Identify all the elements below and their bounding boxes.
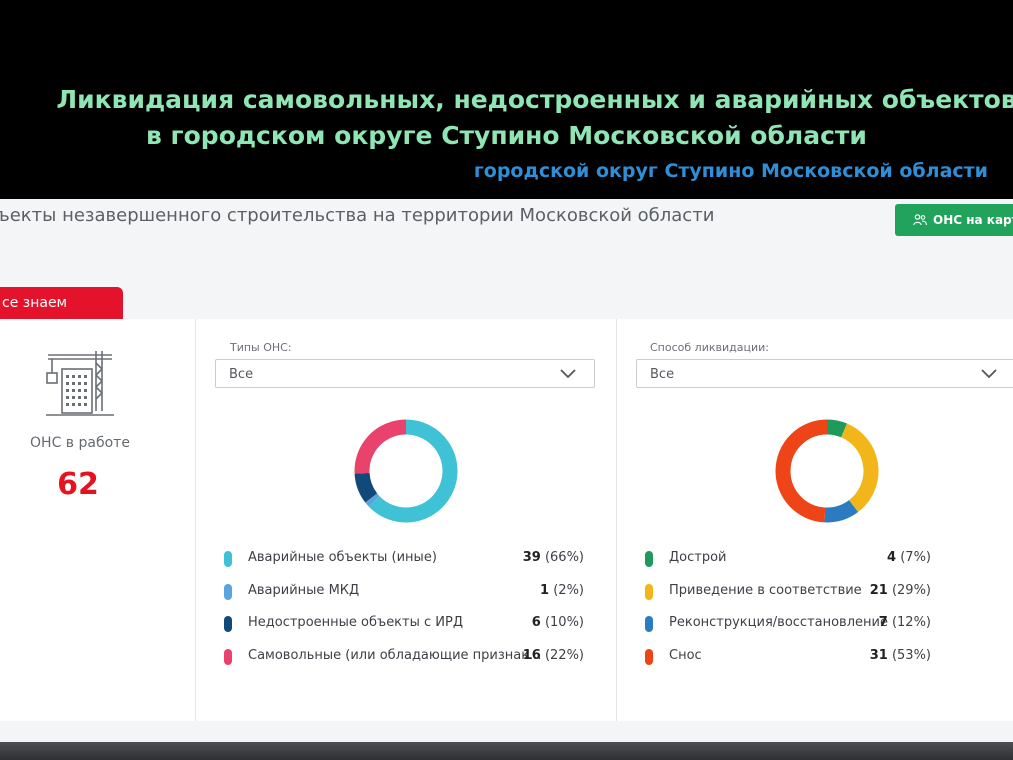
- legend-item: Снос 31 (53%): [645, 647, 931, 667]
- method-slice-3: [775, 419, 828, 523]
- legend-count: 4: [887, 550, 897, 565]
- slide-title-line-2: в городском округе Ступино Московской об…: [146, 121, 867, 150]
- ons-in-work-label: ОНС в работе: [30, 435, 130, 451]
- legend-count: 7: [878, 615, 888, 630]
- method-slice-1: [840, 423, 879, 513]
- map-button-label: ОНС на карте: [933, 213, 1013, 227]
- method-slice-0: [826, 419, 848, 438]
- legend-percent: (12%): [887, 615, 931, 630]
- legend-item: Недостроенные объекты с ИРД 6 (10%): [224, 614, 584, 634]
- legend-item: Дострой 4 (7%): [645, 549, 931, 569]
- legend-count: 1: [540, 582, 550, 598]
- legend-color-marker: [224, 583, 232, 600]
- legend-label: Аварийные объекты (иные): [248, 550, 437, 565]
- method-filter-label: Способ ликвидации:: [650, 341, 769, 354]
- legend-label: Снос: [669, 647, 702, 663]
- chevron-down-icon: [560, 369, 576, 379]
- types-donut-chart: [354, 419, 458, 523]
- legend-color-marker: [224, 551, 232, 567]
- types-slice-3: [354, 419, 407, 474]
- legend-count: 16: [522, 647, 541, 663]
- legend-value: 7 (12%): [879, 615, 931, 630]
- ons-in-work-value: 62: [57, 467, 99, 502]
- types-filter-label: Типы ОНС:: [230, 341, 292, 354]
- tab-all-known[interactable]: се знаем: [0, 287, 123, 319]
- slide-footer-bar: [0, 742, 1013, 760]
- legend-label: Приведение в соответствие: [669, 582, 862, 598]
- legend-percent: (22%): [540, 647, 584, 663]
- legend-value: 21 (29%): [870, 583, 931, 598]
- types-slice-2: [354, 472, 378, 503]
- legend-count: 21: [869, 582, 888, 598]
- types-select[interactable]: Все: [215, 359, 595, 388]
- legend-item: Приведение в соответствие 21 (29%): [645, 582, 931, 602]
- legend-percent: (7%): [896, 550, 931, 565]
- legend-count: 31: [869, 647, 888, 663]
- legend-percent: (10%): [540, 615, 584, 630]
- chevron-down-icon: [981, 369, 997, 379]
- legend-value: 16 (22%): [523, 648, 584, 663]
- map-button[interactable]: ОНС на карте: [895, 204, 1013, 236]
- legend-color-marker: [645, 583, 653, 600]
- legend-count: 6: [531, 615, 541, 630]
- types-slice-1: [365, 493, 380, 507]
- legend-value: 31 (53%): [870, 648, 931, 663]
- stats-card: ОНС в работе 62 Типы ОНС: Все Аварийные …: [0, 319, 1013, 721]
- page-title: ъекты незавершенного строительства на те…: [0, 205, 715, 226]
- legend-color-marker: [645, 648, 653, 665]
- legend-percent: (66%): [540, 550, 584, 565]
- legend-item: Аварийные МКД 1 (2%): [224, 582, 584, 602]
- method-slice-2: [824, 499, 859, 523]
- legend-percent: (2%): [549, 582, 584, 598]
- people-icon: [913, 214, 927, 226]
- slide-subtitle: городской округ Ступино Московской облас…: [473, 160, 988, 182]
- legend-item: Реконструкция/восстановление 7 (12%): [645, 614, 931, 634]
- legend-label: Дострой: [669, 550, 727, 565]
- divider: [195, 319, 196, 721]
- legend-color-marker: [645, 551, 653, 567]
- legend-label: Аварийные МКД: [248, 582, 360, 598]
- legend-color-marker: [224, 648, 232, 665]
- method-select[interactable]: Все: [636, 359, 1013, 388]
- legend-label: Реконструкция/восстановление: [669, 615, 888, 630]
- legend-label: Недостроенные объекты с ИРД: [248, 615, 464, 630]
- legend-item: Самовольные (или обладающие признак... 16…: [224, 647, 584, 667]
- legend-value: 39 (66%): [523, 550, 584, 565]
- tab-label: се знаем: [2, 295, 68, 311]
- legend-percent: (29%): [887, 582, 931, 598]
- legend-label: Самовольные (или обладающие признак...: [248, 647, 542, 663]
- legend-count: 39: [522, 550, 541, 565]
- method-donut-chart: [775, 419, 879, 523]
- legend-percent: (53%): [887, 647, 931, 663]
- legend-color-marker: [224, 616, 232, 632]
- legend-color-marker: [645, 616, 653, 632]
- method-select-value: Все: [650, 367, 675, 382]
- crane-building-icon: [46, 351, 114, 416]
- slide-header: Ликвидация самовольных, недостроенных и …: [0, 0, 1013, 200]
- legend-item: Аварийные объекты (иные) 39 (66%): [224, 549, 584, 569]
- legend-value: 4 (7%): [887, 550, 931, 565]
- slide-title-line-1: Ликвидация самовольных, недостроенных и …: [56, 85, 1013, 114]
- divider: [616, 319, 617, 721]
- legend-value: 1 (2%): [540, 583, 584, 598]
- dashboard: ъекты незавершенного строительства на те…: [0, 199, 1013, 742]
- types-select-value: Все: [229, 367, 254, 382]
- legend-value: 6 (10%): [532, 615, 584, 630]
